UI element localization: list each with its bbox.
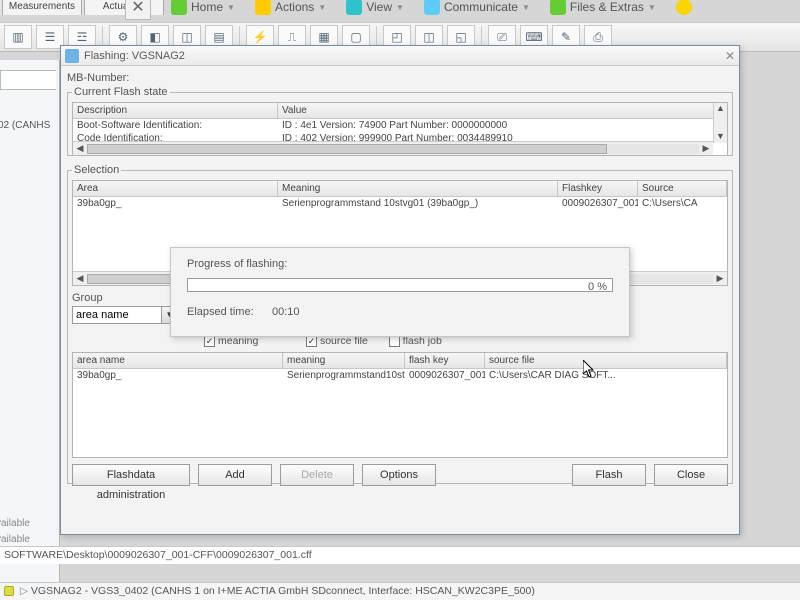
titlebar[interactable]: Flashing: VGSNAG2 ✕ (61, 46, 739, 66)
vertical-scrollbar[interactable]: ▲▼ (713, 103, 727, 143)
cell-source: C:\Users\CA (638, 197, 727, 210)
ribbon-files-label: Files & Extras (570, 0, 644, 14)
flashdata-admin-button[interactable]: Flashdata administration (72, 464, 190, 486)
chevron-down-icon: ▼ (227, 3, 235, 12)
file-path-text: SOFTWARE\Desktop\0009026307_001-CFF\0009… (4, 549, 312, 561)
tool-button[interactable]: ▥ (4, 25, 32, 49)
cell-source: C:\Users\CAR DIAG SOFT... (485, 369, 727, 382)
ribbon-smile[interactable] (676, 0, 692, 15)
horizontal-scrollbar[interactable]: ◀▶ (73, 141, 713, 155)
options-button[interactable]: Options (362, 464, 436, 486)
table-row[interactable]: 39ba0gp_ Serienprogrammstand 10stvg01 (3… (73, 197, 727, 210)
chevron-down-icon: ▼ (396, 3, 404, 12)
progress-title: Progress of flashing: (187, 258, 613, 270)
view-icon (346, 0, 362, 15)
cell-area: 39ba0gp_ (73, 197, 278, 210)
col-source[interactable]: source file (485, 353, 727, 368)
left-panel-available: vailable (0, 518, 30, 529)
progress-dialog: Progress of flashing: 0 % Elapsed time: … (170, 247, 630, 337)
chevron-down-icon: ▼ (522, 3, 530, 12)
ribbon-main: ✕ Home ▼ Actions ▼ View ▼ Communicate ▼ … (125, 0, 692, 18)
col-flashkey[interactable]: Flashkey (558, 181, 638, 196)
ribbon-view-label: View (366, 0, 392, 14)
cell-area: 39ba0gp_ (73, 369, 283, 382)
elapsed-label: Elapsed time: (187, 306, 254, 318)
col-meaning[interactable]: Meaning (278, 181, 558, 196)
cell-flashkey: 0009026307_001 (558, 197, 638, 210)
elapsed-value: 00:10 (272, 306, 300, 318)
status-bar: ▷ VGSNAG2 - VGS3_0402 (CANHS 1 on I+ME A… (0, 582, 800, 600)
ribbon-home-label: Home (191, 0, 223, 14)
group-input[interactable] (72, 306, 162, 324)
cell-meaning: Serienprogrammstand 10stvg01 (39ba0gp_) (278, 197, 558, 210)
home-icon (171, 0, 187, 15)
col-area[interactable]: Area (73, 181, 278, 196)
left-panel: 02 (CANHS vailable vailable (0, 60, 60, 600)
window-title: Flashing: VGSNAG2 (84, 50, 185, 62)
col-value[interactable]: Value (278, 103, 727, 118)
close-button[interactable]: Close (654, 464, 728, 486)
cell-desc: Boot-Software Identification: (73, 119, 278, 132)
table-row[interactable]: 39ba0gp_ Serienprogrammstand10stvg... 00… (73, 369, 727, 382)
progress-elapsed: Elapsed time: 00:10 (187, 306, 613, 318)
col-area-name[interactable]: area name (73, 353, 283, 368)
chevron-down-icon: ▼ (648, 3, 656, 12)
ribbon-actions-label: Actions (275, 0, 314, 14)
flash-state-group: Current Flash state Description Value Bo… (67, 86, 733, 156)
col-source[interactable]: Source (638, 181, 727, 196)
cell-value: ID : 4e1 Version: 74900 Part Number: 000… (278, 119, 727, 132)
cell-flashkey: 0009026307_001 (405, 369, 485, 382)
ribbon-home[interactable]: Home ▼ (171, 0, 235, 15)
files-icon (550, 0, 566, 15)
progress-bar (187, 278, 613, 292)
file-path-bar: SOFTWARE\Desktop\0009026307_001-CFF\0009… (0, 546, 800, 564)
status-text: VGSNAG2 - VGS3_0402 (CANHS 1 on I+ME ACT… (31, 585, 535, 597)
status-icon (4, 586, 14, 596)
left-panel-tab[interactable] (0, 70, 56, 90)
cell-meaning: Serienprogrammstand10stvg... (283, 369, 405, 382)
left-panel-available: vailable (0, 534, 30, 545)
bottom-grid: area name meaning flash key source file … (72, 352, 728, 458)
ribbon-communicate[interactable]: Communicate ▼ (424, 0, 530, 15)
smile-icon (676, 0, 692, 15)
communicate-icon (424, 0, 440, 15)
progress-percent: 0 % (588, 281, 607, 293)
ribbon-files[interactable]: Files & Extras ▼ (550, 0, 656, 15)
col-description[interactable]: Description (73, 103, 278, 118)
selection-legend: Selection (72, 164, 121, 176)
button-row: Flashdata administration Add Delete Opti… (72, 464, 728, 486)
delete-button[interactable]: Delete (280, 464, 354, 486)
add-button[interactable]: Add (198, 464, 272, 486)
left-panel-entry[interactable]: 02 (CANHS (0, 120, 50, 131)
window-close-button[interactable]: ✕ (725, 49, 735, 63)
ribbon-actions[interactable]: Actions ▼ (255, 0, 326, 15)
flash-button[interactable]: Flash (572, 464, 646, 486)
close-tab-button[interactable]: ✕ (125, 0, 151, 20)
chevron-down-icon: ▼ (318, 3, 326, 12)
col-meaning[interactable]: meaning (283, 353, 405, 368)
lightning-icon (255, 0, 271, 15)
col-flashkey[interactable]: flash key (405, 353, 485, 368)
ribbon-communicate-label: Communicate (444, 0, 518, 14)
flash-state-legend: Current Flash state (72, 86, 170, 98)
mb-number-label: MB-Number: (67, 72, 733, 84)
ribbon-tab-measurements[interactable]: Measurements (2, 0, 82, 15)
flash-icon (65, 49, 79, 63)
flash-state-grid: Description Value Boot-Software Identifi… (72, 102, 728, 156)
ribbon-view[interactable]: View ▼ (346, 0, 404, 15)
